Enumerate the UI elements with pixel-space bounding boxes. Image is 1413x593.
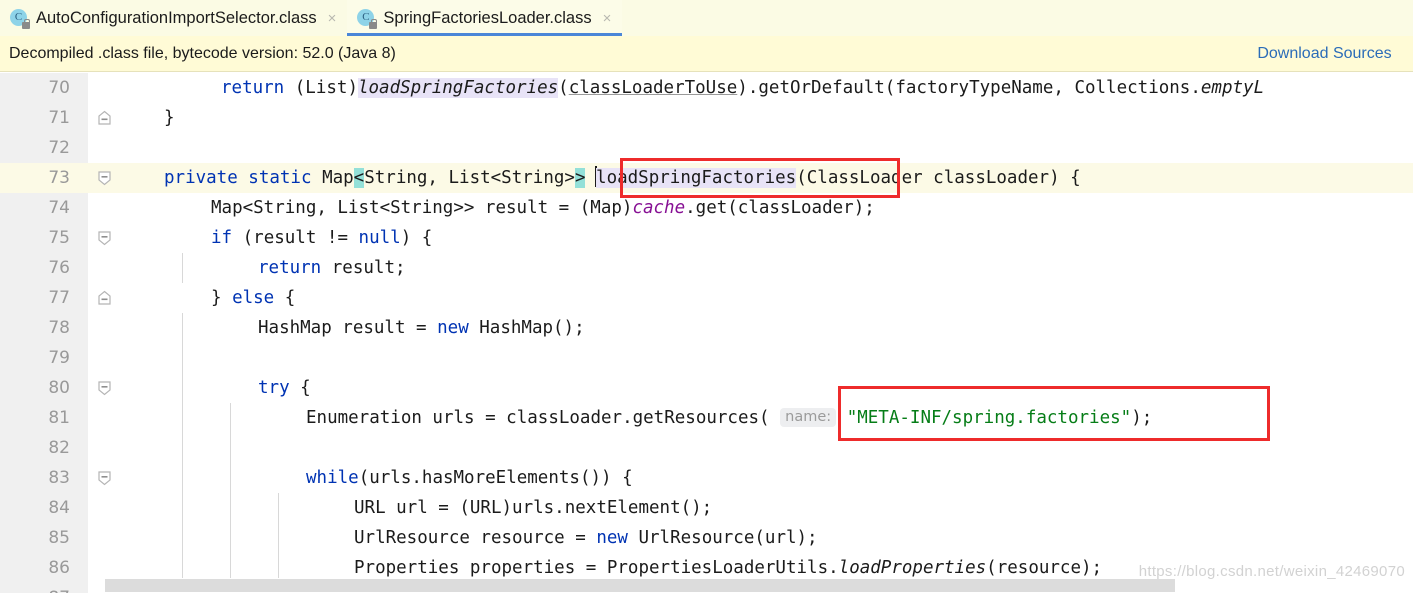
horizontal-scrollbar-thumb[interactable]	[105, 579, 1175, 592]
code-text: URL url = (URL)urls.nextElement();	[128, 493, 1413, 523]
code-line-73: 73 private static Map<String, List<Strin…	[0, 163, 1413, 193]
fold-cell[interactable]	[88, 163, 128, 193]
fold-cell	[88, 343, 128, 373]
fold-cell	[88, 133, 128, 163]
line-number: 83	[0, 463, 88, 493]
line-number: 81	[0, 403, 88, 433]
fold-cell	[88, 313, 128, 343]
line-number: 79	[0, 343, 88, 373]
fold-cell	[88, 493, 128, 523]
tab-label: AutoConfigurationImportSelector.class	[36, 8, 317, 27]
code-text: Enumeration urls = classLoader.getResour…	[128, 403, 1413, 433]
code-line-83: 83 while(urls.hasMoreElements()) {	[0, 463, 1413, 493]
code-line-75: 75 if (result != null) {	[0, 223, 1413, 253]
code-text: HashMap result = new HashMap();	[128, 313, 1413, 343]
code-text: if (result != null) {	[211, 228, 433, 248]
tab-close-icon[interactable]: ×	[328, 11, 337, 26]
tab-label: SpringFactoriesLoader.class	[383, 8, 592, 27]
line-number: 72	[0, 133, 88, 163]
tab-spring-factories-loader[interactable]: C SpringFactoriesLoader.class ×	[347, 0, 623, 36]
fold-end-icon[interactable]	[97, 290, 112, 306]
code-line-74: 74 Map<String, List<String>> result = (M…	[0, 193, 1413, 223]
fold-end-icon[interactable]	[97, 110, 112, 126]
code-text: }	[164, 108, 175, 128]
fold-start-icon[interactable]	[97, 380, 112, 396]
line-number: 77	[0, 283, 88, 313]
code-text	[128, 343, 1413, 373]
java-class-readonly-icon: C	[357, 8, 378, 29]
fold-cell	[88, 193, 128, 223]
string-literal: "META-INF/spring.factories"	[846, 408, 1132, 428]
code-text: return (List)loadSpringFactories(classLo…	[221, 78, 1265, 98]
code-line-72: 72	[0, 133, 1413, 163]
line-number: 78	[0, 313, 88, 343]
tab-auto-configuration-import-selector[interactable]: C AutoConfigurationImportSelector.class …	[0, 0, 348, 36]
line-number: 76	[0, 253, 88, 283]
code-line-77: 77 } else {	[0, 283, 1413, 313]
code-lines: 70 return (List)loadSpringFactories(clas…	[0, 73, 1413, 593]
line-number: 71	[0, 103, 88, 133]
line-number: 74	[0, 193, 88, 223]
line-number: 70	[0, 73, 88, 103]
code-text: while(urls.hasMoreElements()) {	[128, 463, 1413, 493]
code-line-81: 81 Enumeration urls = classLoader.getRes…	[0, 403, 1413, 433]
fold-cell[interactable]	[88, 103, 128, 133]
code-line-82: 82	[0, 433, 1413, 463]
editor-tab-bar: C AutoConfigurationImportSelector.class …	[0, 0, 1413, 36]
fold-cell[interactable]	[88, 283, 128, 313]
line-number: 82	[0, 433, 88, 463]
line-number: 87	[0, 583, 88, 593]
fold-cell[interactable]	[88, 463, 128, 493]
notification-actions: Download Sources Cho	[1257, 45, 1413, 63]
download-sources-link[interactable]: Download Sources	[1257, 45, 1391, 63]
code-text: return result;	[128, 253, 1413, 283]
line-number: 73	[0, 163, 88, 193]
fold-cell	[88, 253, 128, 283]
fold-cell[interactable]	[88, 223, 128, 253]
code-line-76: 76 return result;	[0, 253, 1413, 283]
line-number: 75	[0, 223, 88, 253]
code-text	[128, 433, 1413, 463]
code-editor-area[interactable]: 70 return (List)loadSpringFactories(clas…	[0, 73, 1413, 593]
code-line-79: 79	[0, 343, 1413, 373]
line-number: 80	[0, 373, 88, 403]
line-number: 86	[0, 553, 88, 583]
fold-start-icon[interactable]	[97, 230, 112, 246]
code-line-78: 78 HashMap result = new HashMap();	[0, 313, 1413, 343]
fold-start-icon[interactable]	[97, 470, 112, 486]
code-text: UrlResource resource = new UrlResource(u…	[128, 523, 1413, 553]
fold-cell	[88, 523, 128, 553]
code-line-70: 70 return (List)loadSpringFactories(clas…	[0, 73, 1413, 103]
fold-cell	[88, 73, 128, 103]
code-text: Map<String, List<String>> result = (Map)…	[211, 198, 875, 218]
java-class-readonly-icon: C	[10, 8, 30, 29]
fold-cell	[88, 433, 128, 463]
code-text: } else {	[211, 288, 296, 308]
line-number: 84	[0, 493, 88, 523]
tab-close-icon[interactable]: ×	[603, 11, 612, 26]
code-line-84: 84 URL url = (URL)urls.nextElement();	[0, 493, 1413, 523]
code-line-71: 71 }	[0, 103, 1413, 133]
decompiled-notification-bar: Decompiled .class file, bytecode version…	[0, 36, 1413, 72]
code-line-85: 85 UrlResource resource = new UrlResourc…	[0, 523, 1413, 553]
fold-cell	[88, 403, 128, 433]
notification-message: Decompiled .class file, bytecode version…	[9, 44, 396, 62]
code-line-80: 80 try {	[0, 373, 1413, 403]
idea-editor-window: C AutoConfigurationImportSelector.class …	[0, 0, 1413, 593]
fold-start-icon[interactable]	[97, 170, 112, 186]
fold-cell[interactable]	[88, 373, 128, 403]
line-number: 85	[0, 523, 88, 553]
code-text: private static Map<String, List<String>>…	[128, 163, 1413, 193]
code-text: try {	[128, 373, 1413, 403]
parameter-hint-name: name:	[780, 408, 837, 427]
